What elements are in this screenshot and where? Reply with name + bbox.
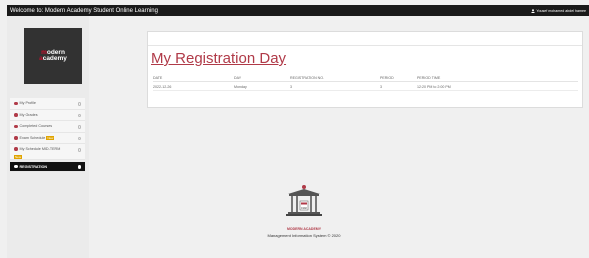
bullet-icon	[14, 147, 18, 151]
academy-building-logo-icon: 1992	[286, 185, 322, 216]
logo-year: 1992	[301, 206, 307, 210]
sidebar-item-label: My Grades	[19, 112, 38, 117]
bullet-icon	[14, 136, 18, 140]
sidebar-item-my-profile[interactable]: My Profile	[10, 98, 85, 110]
cell-registration-no: 3	[290, 85, 292, 89]
bullet-icon	[14, 164, 18, 169]
new-badge: New	[46, 135, 55, 140]
chevron-icon	[77, 165, 81, 169]
chevron-icon	[77, 136, 81, 140]
chevron-icon	[77, 113, 81, 117]
top-bar: Welcome to: Modern Academy Student Onlin…	[7, 5, 589, 16]
sidebar-item-label: Exam Schedule	[19, 135, 46, 140]
user-name[interactable]: Yousef mohamed abdel hamee	[536, 9, 586, 13]
modern-academy-logo: m odern a cademy	[24, 28, 82, 84]
table-header-row: DATE DAY REGISTRATION NO. PERIOD PERIOD …	[153, 73, 578, 82]
cell-period: 3	[380, 85, 382, 89]
cell-period-time: 12:20 PM to 2:00 PM	[417, 85, 451, 89]
column-header-period: PERIOD	[380, 76, 394, 80]
sidebar-item-completed-courses[interactable]: Completed Courses	[10, 121, 85, 133]
footer: 1992 MODERN ACADEMY Management Informati…	[254, 184, 354, 238]
cell-day: Monday	[234, 85, 247, 89]
footer-academy-name: MODERN ACADEMY	[286, 227, 322, 231]
sidebar-item-exam-schedule[interactable]: Exam Schedule New	[10, 132, 85, 144]
cell-date: 2022-12-26	[153, 85, 172, 89]
sidebar-item-my-grades[interactable]: My Grades	[10, 109, 85, 121]
bullet-icon	[14, 101, 18, 105]
sidebar-item-label: REGISTRATION	[19, 164, 48, 169]
footer-copyright: Management Information System © 2020	[267, 233, 341, 238]
user-icon	[531, 8, 536, 13]
card-header-strip	[148, 32, 582, 46]
registration-card: My Registration Day DATE DAY REGISTRATIO…	[147, 31, 583, 108]
sidebar-item-my-schedule-midterm[interactable]: My Schedule MID-TERM New	[10, 144, 85, 160]
registration-table: DATE DAY REGISTRATION NO. PERIOD PERIOD …	[153, 73, 578, 91]
sidebar-menu: My Profile My Grades Completed Courses E…	[10, 98, 85, 172]
new-badge: New	[14, 154, 23, 159]
page-title: My Registration Day	[151, 50, 287, 67]
user-menu[interactable]: Yousef mohamed abdel hamee	[531, 9, 586, 13]
sidebar-item-label: Completed Courses	[19, 124, 53, 129]
sidebar-item-label: My Profile	[19, 101, 36, 106]
chevron-icon	[77, 102, 81, 106]
bullet-icon	[14, 124, 18, 128]
bullet-icon	[14, 113, 18, 117]
chevron-icon	[77, 125, 81, 129]
column-header-registration-no: REGISTRATION NO.	[290, 76, 325, 80]
column-header-period-time: PERIOD TIME	[417, 76, 441, 80]
sidebar-item-registration[interactable]: REGISTRATION	[10, 162, 85, 172]
chevron-icon	[77, 148, 81, 152]
welcome-title: Welcome to: Modern Academy Student Onlin…	[10, 7, 158, 14]
table-row: 2022-12-26 Monday 3 3 12:20 PM to 2:00 P…	[153, 82, 578, 91]
column-header-date: DATE	[153, 76, 163, 80]
logo-cademy: cademy	[42, 55, 67, 62]
sidebar-item-label: My Schedule MID-TERM	[19, 147, 61, 151]
column-header-day: DAY	[234, 76, 242, 80]
